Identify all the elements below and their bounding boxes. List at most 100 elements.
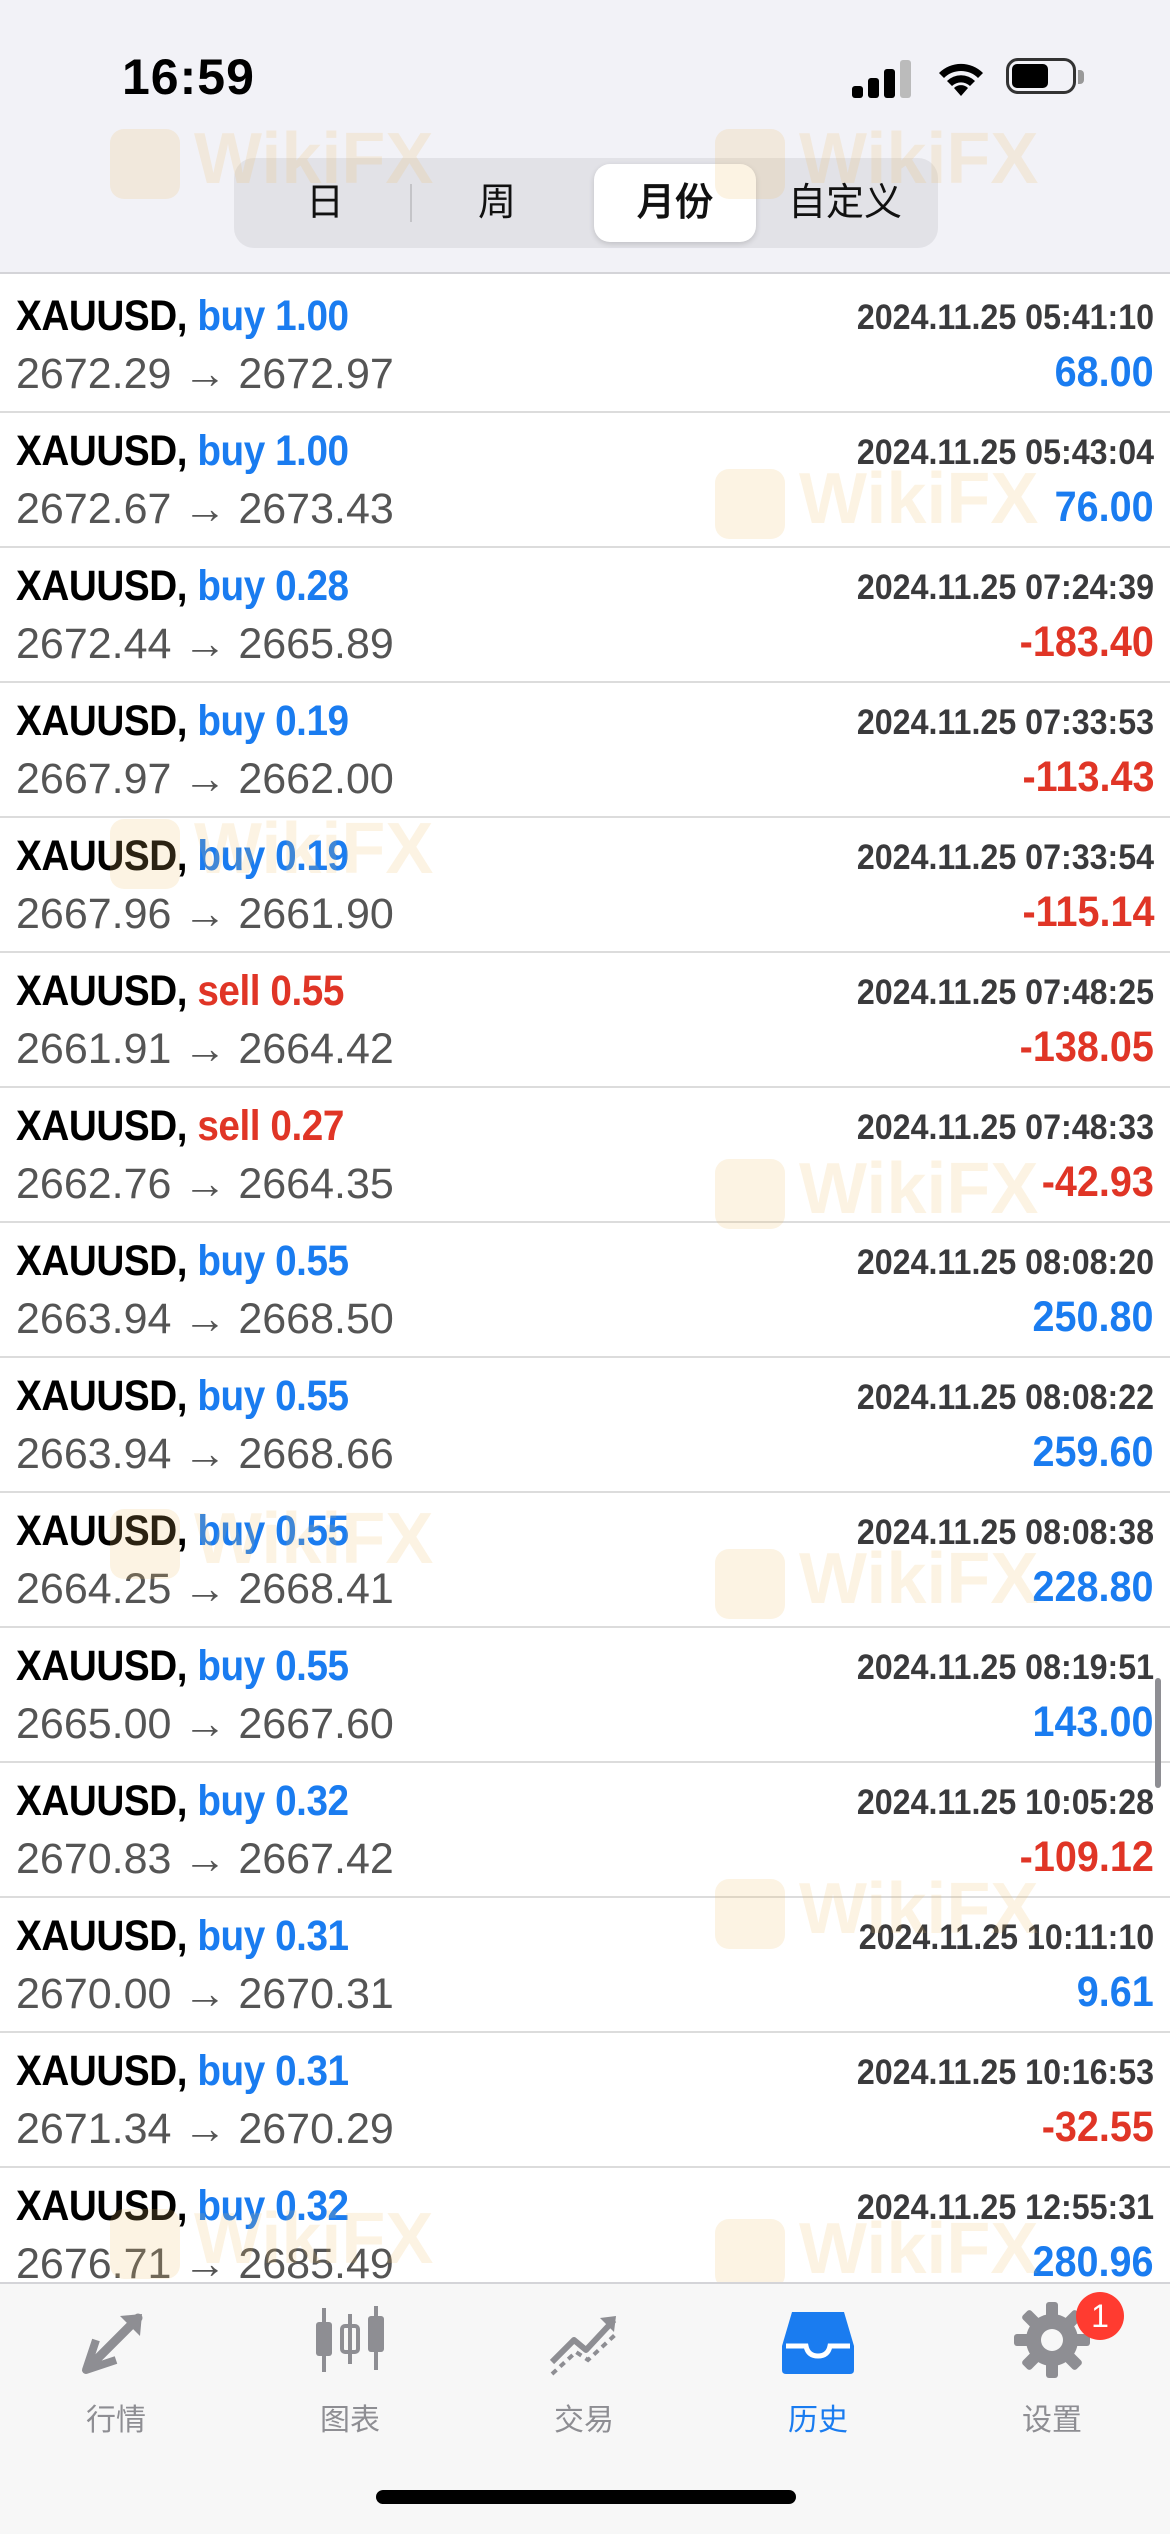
deal-open-price: 2667.97 [16, 755, 172, 803]
deal-symbol: XAUUSD, [16, 1642, 188, 1690]
deal-close-price: 2662.00 [238, 755, 394, 803]
arrow-right-icon: → [183, 485, 227, 533]
deal-open-price: 2665.00 [16, 1700, 172, 1748]
deal-symbol-line: XAUUSD, buy 0.55 [16, 1642, 349, 1691]
tab-charts[interactable]: 图表 [250, 2300, 450, 2439]
deal-volume: 0.19 [275, 832, 349, 880]
deal-volume: 0.55 [275, 1237, 349, 1285]
deal-open-price: 2664.25 [16, 1565, 172, 1613]
deal-prices: 2672.29 → 2672.97 [16, 350, 394, 399]
deal-row[interactable]: XAUUSD, buy 0.55 2024.11.25 08:08:38 2664.… [0, 1493, 1170, 1628]
deal-profit: -32.55 [1041, 2103, 1154, 2151]
tab-week[interactable]: 周 [416, 164, 578, 242]
deal-volume: 0.31 [275, 1912, 349, 1960]
deal-prices: 2676.71 → 2685.49 [16, 2240, 394, 2282]
deal-row[interactable]: XAUUSD, buy 0.19 2024.11.25 07:33:54 2667.… [0, 818, 1170, 953]
deal-row[interactable]: XAUUSD, buy 0.55 2024.11.25 08:19:51 2665.… [0, 1628, 1170, 1763]
tab-day[interactable]: 日 [244, 164, 406, 242]
deal-row[interactable]: XAUUSD, buy 1.00 2024.11.25 05:43:04 2672.… [0, 413, 1170, 548]
deal-symbol: XAUUSD, [16, 1102, 188, 1150]
deal-datetime: 2024.11.25 07:24:39 [856, 568, 1154, 607]
arrow-right-icon: → [183, 1565, 227, 1613]
deal-row[interactable]: XAUUSD, buy 0.31 2024.11.25 10:16:53 2671.… [0, 2033, 1170, 2168]
deal-prices: 2670.83 → 2667.42 [16, 1835, 394, 1884]
deal-datetime: 2024.11.25 08:08:38 [856, 1513, 1154, 1552]
deal-side: buy [197, 697, 265, 745]
deal-row[interactable]: XAUUSD, buy 0.28 2024.11.25 07:24:39 2672.… [0, 548, 1170, 683]
deal-profit: 280.96 [1032, 2238, 1154, 2282]
tab-label: 设置 [1022, 2404, 1082, 2437]
scrollbar[interactable] [1155, 1678, 1161, 1788]
deal-close-price: 2668.41 [238, 1565, 394, 1613]
deal-symbol-line: XAUUSD, sell 0.27 [16, 1102, 344, 1151]
arrow-right-icon: → [183, 2105, 227, 2153]
deal-prices: 2667.97 → 2662.00 [16, 755, 394, 804]
deal-datetime: 2024.11.25 10:16:53 [856, 2053, 1154, 2092]
deal-symbol: XAUUSD, [16, 832, 188, 880]
status-time: 16:59 [122, 49, 255, 105]
deal-symbol: XAUUSD, [16, 1777, 188, 1825]
deal-datetime: 2024.11.25 10:05:28 [856, 1783, 1154, 1822]
deal-side: buy [197, 1777, 265, 1825]
deal-row[interactable]: XAUUSD, buy 0.32 2024.11.25 12:55:31 2676.… [0, 2168, 1170, 2282]
tab-quotes[interactable]: 行情 [16, 2300, 216, 2439]
header: 日 周 月份 自定义 [0, 150, 1170, 274]
history-inbox-icon [782, 2312, 854, 2374]
arrow-right-icon: → [183, 1295, 227, 1343]
arrow-right-icon: → [183, 1430, 227, 1478]
deal-symbol: XAUUSD, [16, 2182, 188, 2230]
deal-row[interactable]: XAUUSD, sell 0.27 2024.11.25 07:48:33 2662… [0, 1088, 1170, 1223]
deal-symbol-line: XAUUSD, buy 1.00 [16, 427, 349, 476]
deal-close-price: 2665.89 [238, 620, 394, 668]
notification-badge: 1 [1076, 2292, 1124, 2340]
tab-history[interactable]: 历史 [718, 2300, 918, 2439]
deal-prices: 2667.96 → 2661.90 [16, 890, 394, 939]
deal-datetime: 2024.11.25 10:11:10 [858, 1918, 1154, 1957]
deal-close-price: 2668.50 [238, 1295, 394, 1343]
arrow-right-icon: → [183, 1970, 227, 2018]
deal-row[interactable]: XAUUSD, buy 0.55 2024.11.25 08:08:22 2663.… [0, 1358, 1170, 1493]
tab-month[interactable]: 月份 [594, 164, 756, 242]
deal-row[interactable]: XAUUSD, buy 0.31 2024.11.25 10:11:10 2670.… [0, 1898, 1170, 2033]
deal-row[interactable]: XAUUSD, buy 0.55 2024.11.25 08:08:20 2663.… [0, 1223, 1170, 1358]
deal-open-price: 2672.44 [16, 620, 172, 668]
battery-icon [1006, 58, 1086, 98]
arrow-right-icon: → [183, 1160, 227, 1208]
tab-trade[interactable]: 交易 [484, 2300, 684, 2439]
deal-volume: 1.00 [275, 427, 349, 475]
deal-close-price: 2672.97 [238, 350, 394, 398]
status-bar: 16:59 [0, 0, 1170, 150]
deal-symbol: XAUUSD, [16, 292, 188, 340]
deal-history-list[interactable]: XAUUSD, buy 1.00 2024.11.25 05:41:10 2672.… [0, 278, 1170, 2282]
deal-close-price: 2685.49 [238, 2240, 394, 2282]
deal-volume: 0.55 [275, 1507, 349, 1555]
tab-custom[interactable]: 自定义 [764, 164, 926, 242]
deal-prices: 2663.94 → 2668.50 [16, 1295, 394, 1344]
deal-row[interactable]: XAUUSD, buy 0.32 2024.11.25 10:05:28 2670.… [0, 1763, 1170, 1898]
deal-profit: 9.61 [1076, 1968, 1154, 2016]
deal-close-price: 2673.43 [238, 485, 394, 533]
deal-profit: -138.05 [1019, 1023, 1154, 1071]
deal-volume: 0.55 [275, 1372, 349, 1420]
deal-open-price: 2676.71 [16, 2240, 172, 2282]
deal-symbol: XAUUSD, [16, 2047, 188, 2095]
arrow-right-icon: → [183, 1835, 227, 1883]
deal-volume: 0.28 [275, 562, 349, 610]
deal-profit: -42.93 [1041, 1158, 1154, 1206]
deal-row[interactable]: XAUUSD, sell 0.55 2024.11.25 07:48:25 2661… [0, 953, 1170, 1088]
deal-symbol: XAUUSD, [16, 1237, 188, 1285]
deal-open-price: 2670.00 [16, 1970, 172, 2018]
deal-datetime: 2024.11.25 08:08:22 [856, 1378, 1154, 1417]
arrow-right-icon: → [183, 620, 227, 668]
deal-close-price: 2661.90 [238, 890, 394, 938]
deal-prices: 2671.34 → 2670.29 [16, 2105, 394, 2154]
deal-datetime: 2024.11.25 08:08:20 [856, 1243, 1154, 1282]
deal-symbol-line: XAUUSD, buy 0.55 [16, 1372, 349, 1421]
deal-open-price: 2671.34 [16, 2105, 172, 2153]
deal-row[interactable]: XAUUSD, buy 0.19 2024.11.25 07:33:53 2667.… [0, 683, 1170, 818]
deal-row[interactable]: XAUUSD, buy 1.00 2024.11.25 05:41:10 2672.… [0, 278, 1170, 413]
deal-close-price: 2670.31 [238, 1970, 394, 2018]
deal-symbol-line: XAUUSD, buy 0.31 [16, 2047, 349, 2096]
deal-profit: -183.40 [1019, 618, 1154, 666]
deal-side: buy [197, 2047, 265, 2095]
